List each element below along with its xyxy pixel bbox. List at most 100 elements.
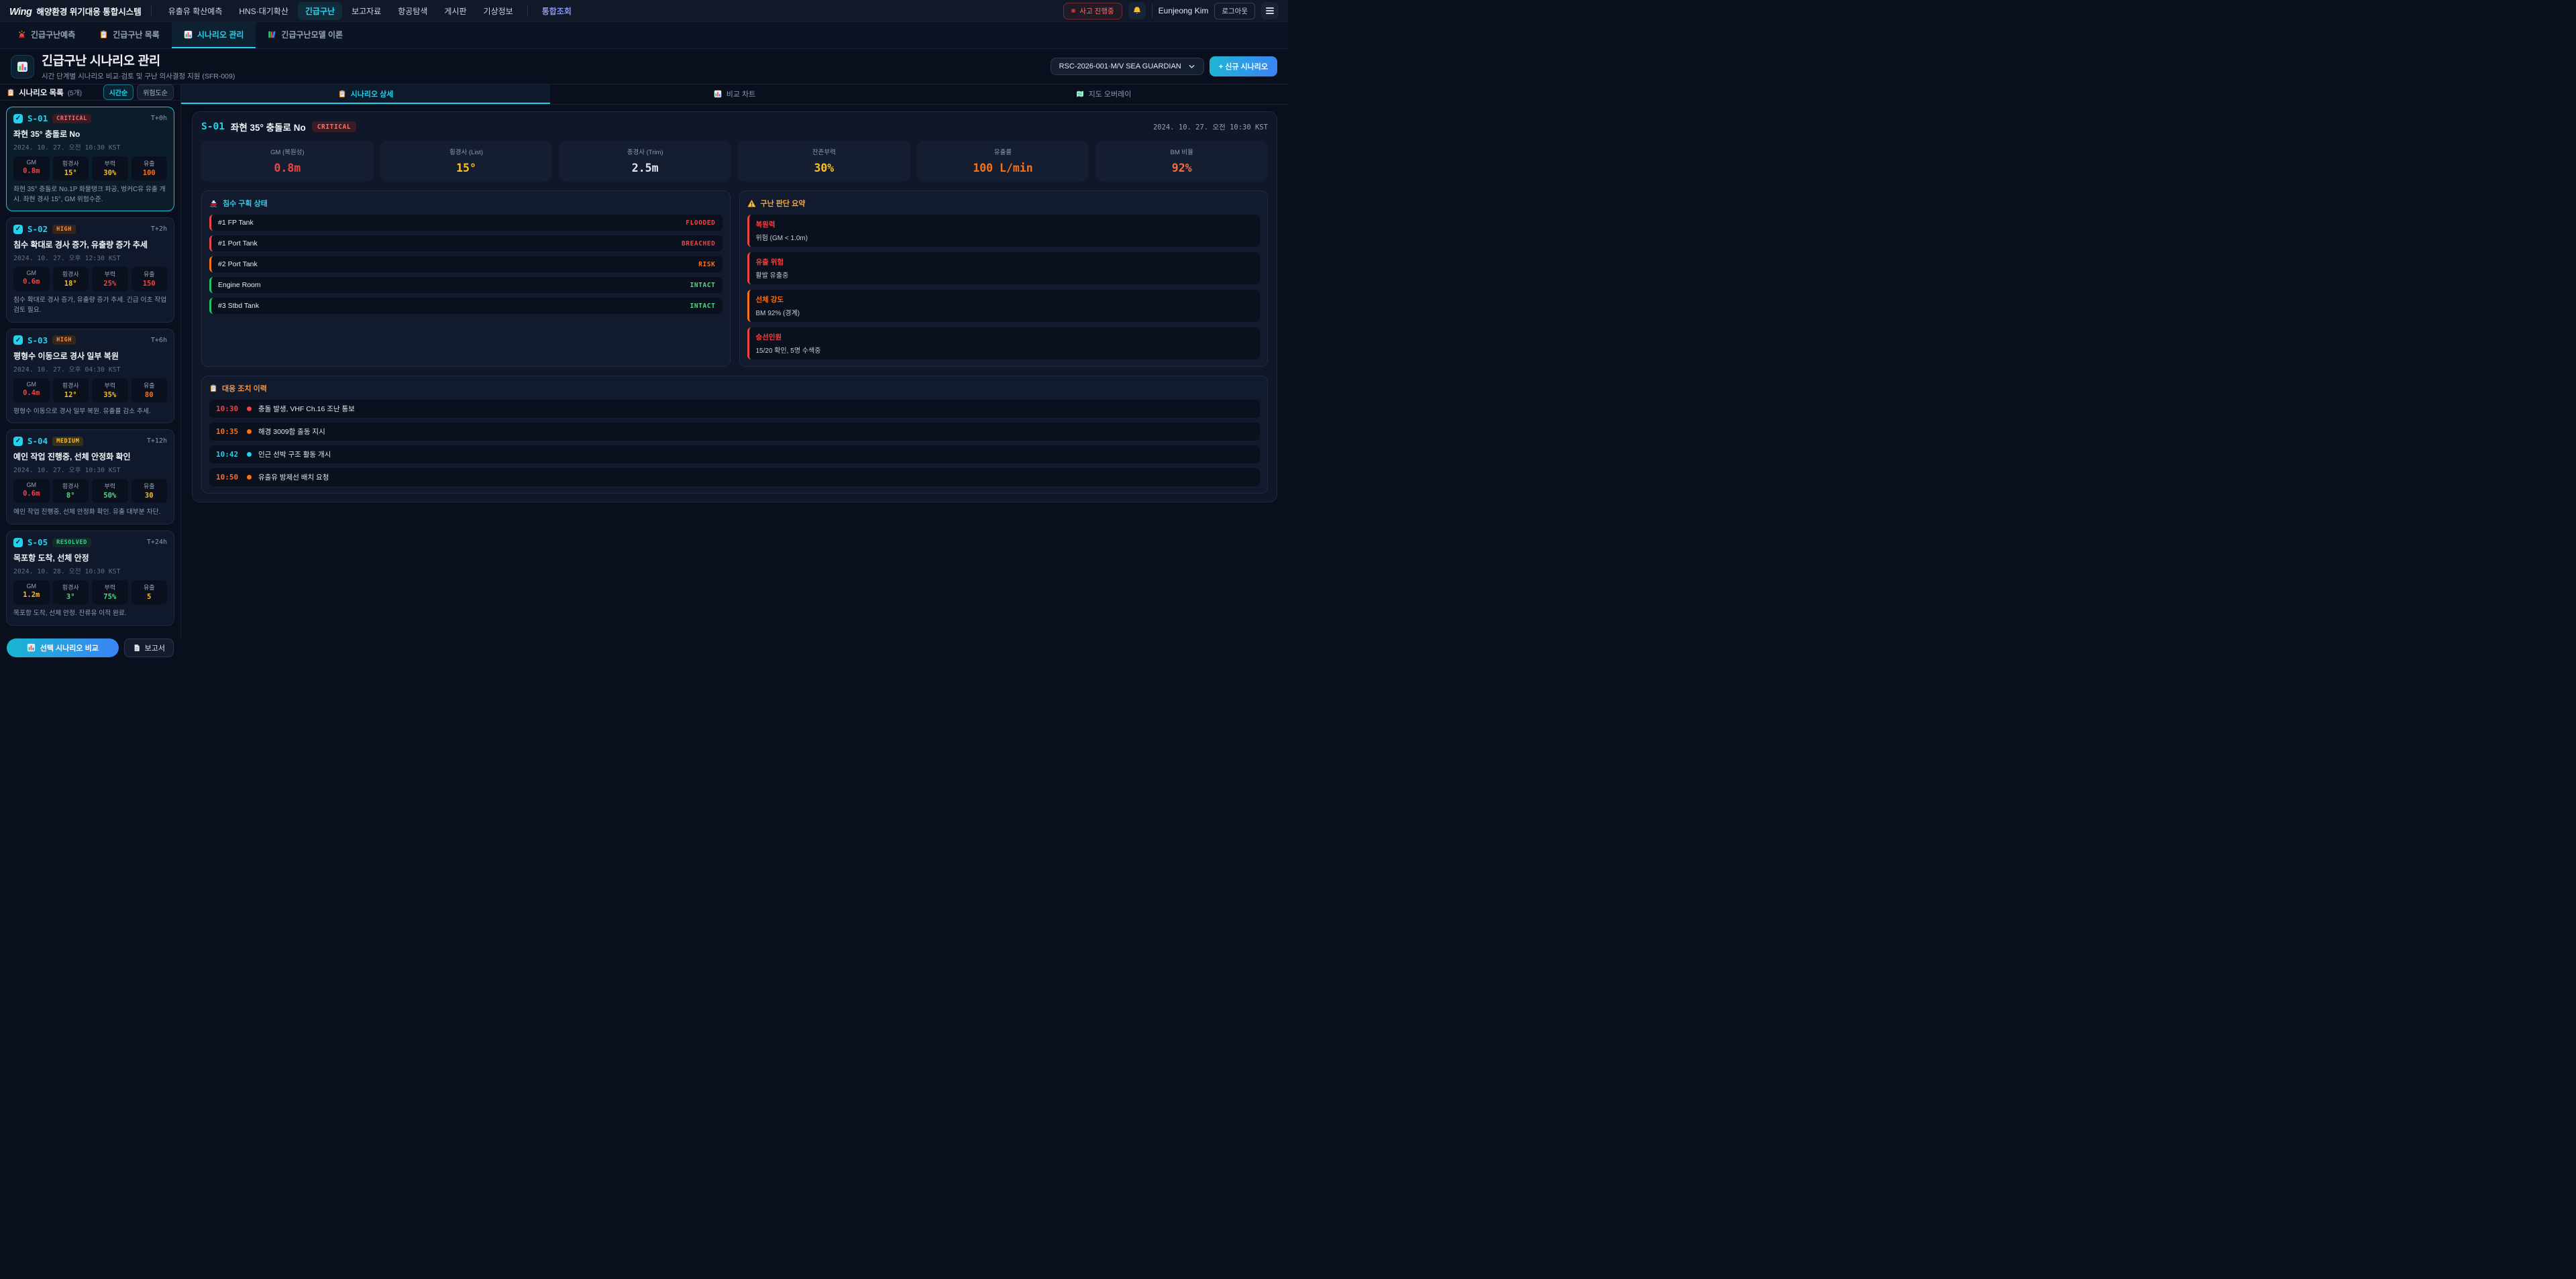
- nav-item-aerial-search[interactable]: 항공탐색: [390, 2, 435, 20]
- page-subtitle: 시간 단계별 시나리오 비교·검토 및 구난 의사결정 지원 (SFR-009): [42, 71, 235, 81]
- scenario-card-s04[interactable]: ✓ S-04 MEDIUM T+12h 예인 작업 진행중, 선체 안정화 확인…: [6, 429, 174, 524]
- sort-by-time-button[interactable]: 시간순: [103, 85, 134, 100]
- menu-button[interactable]: [1261, 2, 1279, 19]
- tab-label: 시나리오 관리: [197, 29, 244, 40]
- nav-item-integrated-search[interactable]: 통합조회: [535, 2, 579, 20]
- metric-list: 횡경사15°: [53, 156, 89, 180]
- incident-select[interactable]: RSC-2026-001·M/V SEA GUARDIAN: [1051, 58, 1204, 75]
- history-list: 10:30 충돌 발생, VHF Ch.16 조난 통보 10:35 해경 30…: [209, 400, 1260, 486]
- scenario-metrics: GM0.6m 횡경사18° 부력25% 유출150: [13, 267, 167, 291]
- divider: [151, 5, 152, 17]
- scenario-datetime: 2024. 10. 28. 오전 10:30 KST: [13, 566, 167, 575]
- metric-gm: GM0.6m: [13, 479, 50, 503]
- new-scenario-button[interactable]: + 신규 시나리오: [1210, 56, 1277, 76]
- compartment-row: #1 Port Tank BREACHED: [209, 235, 722, 252]
- history-text: 해경 3009함 출동 지시: [258, 427, 325, 437]
- nav-item-weather[interactable]: 기상정보: [476, 2, 521, 20]
- siren-icon: [17, 30, 26, 39]
- sidebar-actions: 선택 시나리오 비교 보고서: [0, 632, 180, 664]
- history-panel-title: 대응 조치 이력: [209, 383, 1260, 394]
- scenario-id: S-03: [28, 335, 48, 345]
- nav-item-hns[interactable]: HNS·대기확산: [231, 2, 296, 20]
- compartment-status: FLOODED: [686, 219, 715, 227]
- history-entry: 10:30 충돌 발생, VHF Ch.16 조난 통보: [209, 400, 1260, 418]
- scenario-card-s05[interactable]: ✓ S-05 RESOLVED T+24h 목포항 도착, 선체 안정 2024…: [6, 531, 174, 626]
- compartment-panel-title: 침수 구획 상태: [209, 198, 722, 209]
- incident-select-value: RSC-2026-001·M/V SEA GUARDIAN: [1059, 62, 1181, 70]
- sort-by-risk-button[interactable]: 위험도순: [137, 85, 174, 100]
- time-offset: T+24h: [147, 539, 167, 546]
- scenario-checkbox[interactable]: ✓: [13, 437, 23, 446]
- time-offset: T+12h: [147, 437, 167, 445]
- history-time: 10:30: [216, 404, 240, 413]
- severity-badge: HIGH: [52, 335, 76, 345]
- topnav-right: 사고 진행중 Eunjeong Kim 로그아웃: [1063, 2, 1279, 19]
- timeline-dot-icon: [247, 452, 252, 457]
- hamburger-icon: [1266, 7, 1274, 14]
- nav-item-board[interactable]: 게시판: [437, 2, 474, 20]
- tab-label: 긴급구난모델 이론: [281, 29, 343, 40]
- report-button[interactable]: 보고서: [124, 638, 174, 657]
- scenario-list: ✓ S-01 CRITICAL T+0h 좌현 35° 충돌로 No 2024.…: [0, 101, 180, 632]
- timeline-dot-icon: [247, 475, 252, 480]
- scenario-card-s02[interactable]: ✓ S-02 HIGH T+2h 침수 확대로 경사 증가, 유출량 증가 추세…: [6, 217, 174, 322]
- scenario-card-s01[interactable]: ✓ S-01 CRITICAL T+0h 좌현 35° 충돌로 No 2024.…: [6, 107, 174, 211]
- scenario-datetime: 2024. 10. 27. 오후 12:30 KST: [13, 253, 167, 262]
- metric-residual-buoyancy: 잔존부력 30%: [738, 141, 910, 182]
- metric-spill: 유출150: [131, 267, 168, 291]
- tab-scenario-management[interactable]: 시나리오 관리: [172, 22, 256, 48]
- scenario-description: 목포항 도착, 선체 안정. 잔류유 이적 완료.: [13, 609, 167, 619]
- clipboard-icon: [99, 30, 108, 39]
- metric-gm: GM1.2m: [13, 580, 50, 604]
- nav-item-emergency-rescue[interactable]: 긴급구난: [298, 2, 342, 20]
- metric-gm: GM0.6m: [13, 267, 50, 291]
- sort-controls: 시간순 위험도순: [103, 85, 174, 100]
- notifications-button[interactable]: [1128, 2, 1146, 19]
- page-heading-group: 긴급구난 시나리오 관리 시간 단계별 시나리오 비교·검토 및 구난 의사결정…: [42, 52, 235, 81]
- compare-scenarios-button[interactable]: 선택 시나리오 비교: [7, 638, 119, 657]
- scenario-checkbox[interactable]: ✓: [13, 335, 23, 345]
- clipboard-icon: [7, 89, 15, 97]
- sidebar-title: 시나리오 목록: [19, 87, 64, 98]
- scenario-metrics: GM1.2m 횡경사3° 부력75% 유출5: [13, 580, 167, 604]
- scenario-datetime: 2024. 10. 27. 오전 10:30 KST: [13, 142, 167, 152]
- tab-label: 시나리오 상세: [351, 89, 394, 99]
- detail-view-tabs: 시나리오 상세 비교 차트 지도 오버레이: [181, 85, 1288, 105]
- compartment-status: RISK: [698, 261, 715, 268]
- tab-rescue-prediction[interactable]: 긴급구난예측: [5, 22, 87, 48]
- assessment-item: 유출 위험 활발 유출중: [747, 252, 1260, 284]
- books-icon: [268, 30, 276, 39]
- metric-gm: GM (복원성) 0.8m: [201, 141, 374, 182]
- scenario-checkbox[interactable]: ✓: [13, 225, 23, 234]
- history-time: 10:35: [216, 427, 240, 436]
- timeline-dot-icon: [247, 429, 252, 434]
- tab-map-overlay[interactable]: 지도 오버레이: [919, 85, 1288, 104]
- nav-item-oil-spill[interactable]: 유출유 확산예측: [161, 2, 230, 20]
- history-text: 충돌 발생, VHF Ch.16 조난 통보: [258, 404, 355, 414]
- severity-badge: MEDIUM: [52, 437, 83, 446]
- scenario-sidebar: 시나리오 목록 (5개) 시간순 위험도순 ✓ S-01 CRITICAL T+…: [0, 85, 181, 639]
- scenario-detail-view: S-01 좌현 35° 충돌로 No CRITICAL 2024. 10. 27…: [181, 105, 1288, 509]
- app-logo: Wing 해양환경 위기대응 통합시스템: [9, 5, 142, 17]
- metric-list: 횡경사8°: [53, 479, 89, 503]
- timeline-dot-icon: [247, 406, 252, 411]
- scenario-checkbox[interactable]: ✓: [13, 538, 23, 547]
- app-title: 해양환경 위기대응 통합시스템: [36, 5, 141, 17]
- tab-rescue-list[interactable]: 긴급구난 목록: [87, 22, 172, 48]
- scenario-datetime: 2024. 10. 27. 오후 10:30 KST: [13, 465, 167, 474]
- tab-comparison-chart[interactable]: 비교 차트: [550, 85, 919, 104]
- scenario-count: (5개): [68, 87, 82, 97]
- tab-rescue-model-theory[interactable]: 긴급구난모델 이론: [256, 22, 355, 48]
- nav-item-reports[interactable]: 보고자료: [344, 2, 388, 20]
- scenario-title: 목포항 도착, 선체 안정: [13, 552, 167, 563]
- main-area: 시나리오 상세 비교 차트 지도 오버레이 S-01 좌현 35° 충돌로 No…: [181, 85, 1288, 639]
- scenario-card-s03[interactable]: ✓ S-03 HIGH T+6h 평형수 이동으로 경사 일부 복원 2024.…: [6, 329, 174, 424]
- detail-scenario-id: S-01: [201, 121, 225, 132]
- metric-buoyancy: 부력50%: [92, 479, 128, 503]
- detail-metrics: GM (복원성) 0.8m 횡경사 (List) 15° 종경사 (Trim) …: [201, 141, 1268, 182]
- primary-nav: 유출유 확산예측 HNS·대기확산 긴급구난 보고자료 항공탐색 게시판 기상정…: [161, 2, 579, 20]
- tab-scenario-detail[interactable]: 시나리오 상세: [181, 85, 550, 104]
- logout-button[interactable]: 로그아웃: [1214, 3, 1255, 19]
- scenario-checkbox[interactable]: ✓: [13, 114, 23, 123]
- logo-mark: Wing: [9, 7, 32, 17]
